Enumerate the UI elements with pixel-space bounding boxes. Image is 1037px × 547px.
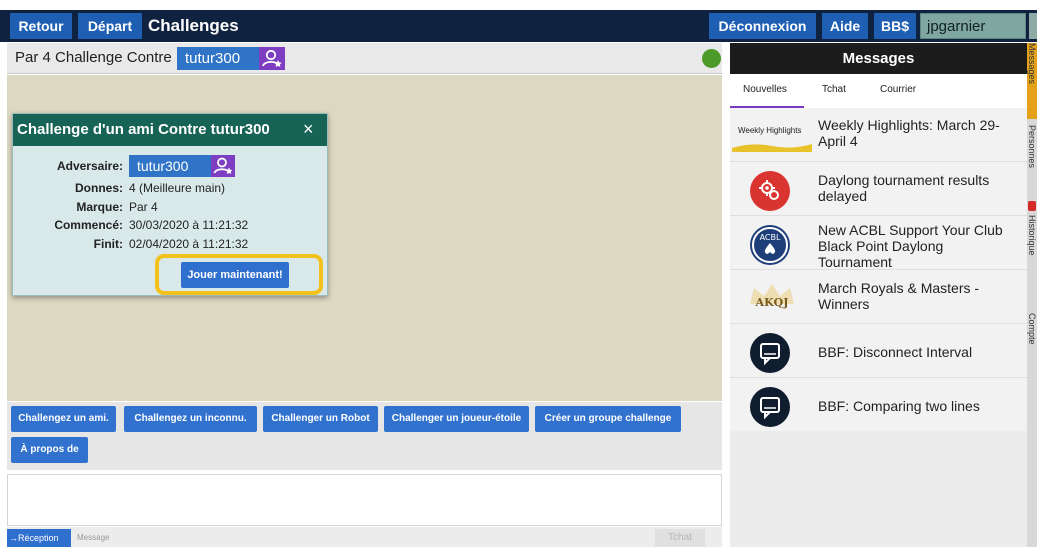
started-value: 30/03/2020 à 11:21:32 <box>129 218 249 232</box>
tab-mail[interactable]: Courrier <box>880 84 916 95</box>
page-title: Challenges <box>148 16 239 35</box>
send-chat-button[interactable]: Tchat <box>655 529 705 547</box>
akqj-crown-logo: AKQJ <box>744 280 800 316</box>
list-item[interactable]: AKQJ March Royals & Masters - Winners <box>730 270 1027 324</box>
online-status-indicator <box>702 49 721 68</box>
list-item[interactable]: Weekly Highlights Weekly Highlights: Mar… <box>730 108 1027 162</box>
messages-header: Messages <box>730 43 1027 74</box>
about-button[interactable]: À propos de <box>11 437 88 463</box>
table-title: Par 4 Challenge Contre <box>15 49 172 66</box>
chat-log[interactable] <box>7 474 722 526</box>
list-item[interactable]: BBF: Comparing two lines <box>730 378 1027 432</box>
username-field[interactable]: jpgarnier <box>920 13 1026 39</box>
news-text[interactable]: New ACBL Support Your Club Black Point D… <box>818 222 1018 270</box>
side-tab-messages[interactable]: Messages <box>1027 43 1037 119</box>
logout-button[interactable]: Déconnexion <box>709 13 816 39</box>
chat-bubble-icon <box>750 387 790 427</box>
side-tab-history[interactable]: Historique <box>1027 215 1037 305</box>
weekly-highlights-banner: Weekly Highlights <box>732 116 812 156</box>
help-button[interactable]: Aide <box>822 13 868 39</box>
news-list-empty-area <box>730 431 1027 547</box>
ends-label: Finit: <box>93 237 123 251</box>
opponent-chip[interactable]: tutur300 <box>177 47 285 70</box>
scoring-value: Par 4 <box>129 200 158 214</box>
news-list: Weekly Highlights Weekly Highlights: Mar… <box>730 108 1027 432</box>
list-item[interactable]: Daylong tournament results delayed <box>730 162 1027 216</box>
notification-badge <box>1028 201 1036 211</box>
scoring-label: Marque: <box>76 200 123 214</box>
opponent-label: Adversaire: <box>56 159 123 173</box>
news-text[interactable]: Weekly Highlights: March 29-April 4 <box>818 117 1018 149</box>
topbar-overflow[interactable] <box>1029 13 1037 39</box>
side-tab-account[interactable]: Compte <box>1027 313 1037 383</box>
challenge-star-player-button[interactable]: Challenger un joueur-étoile <box>384 406 529 432</box>
table-title-row: Par 4 Challenge Contre tutur300 <box>7 43 722 74</box>
dialog-opponent-name[interactable]: tutur300 <box>129 155 211 177</box>
top-nav-bar: Retour Départ Challenges Déconnexion Aid… <box>0 10 1037 42</box>
user-star-icon[interactable] <box>211 155 235 177</box>
messages-tabs: Nouvelles Tchat Courrier <box>730 74 1027 108</box>
chat-bubble-icon <box>750 333 790 373</box>
back-button[interactable]: Retour <box>10 13 72 39</box>
challenge-stranger-button[interactable]: Challengez un inconnu. <box>124 406 257 432</box>
side-tabs: Messages Personnes Historique Compte <box>1027 43 1037 547</box>
deals-value: 4 (Meilleure main) <box>129 181 226 195</box>
message-input[interactable]: Message <box>77 533 109 542</box>
challenge-buttons-bar: Challengez un ami. Challengez un inconnu… <box>7 402 722 470</box>
news-text[interactable]: BBF: Disconnect Interval <box>818 344 1018 360</box>
acbl-logo: ACBL <box>750 225 790 265</box>
challenge-robot-button[interactable]: Challenger un Robot <box>263 406 378 432</box>
home-button[interactable]: Départ <box>78 13 142 39</box>
started-label: Commencé: <box>54 218 123 232</box>
news-text[interactable]: BBF: Comparing two lines <box>818 398 1018 414</box>
tab-news[interactable]: Nouvelles <box>743 84 787 95</box>
deals-label: Donnes: <box>75 181 123 195</box>
news-text[interactable]: March Royals & Masters - Winners <box>818 280 1018 312</box>
ends-value: 02/04/2020 à 11:21:32 <box>129 237 249 251</box>
chat-input-bar: →Réception Message Tchat <box>7 527 722 547</box>
highlight-outline <box>155 254 323 295</box>
svg-text:ACBL: ACBL <box>760 233 781 242</box>
news-text[interactable]: Daylong tournament results delayed <box>818 172 1018 204</box>
dialog-header: Challenge d'un ami Contre tutur300 × <box>13 114 327 146</box>
list-item[interactable]: BBF: Disconnect Interval <box>730 324 1027 378</box>
create-challenge-group-button[interactable]: Créer un groupe challenge <box>535 406 681 432</box>
svg-text:AKQJ: AKQJ <box>755 296 789 309</box>
side-tab-people[interactable]: Personnes <box>1027 125 1037 203</box>
list-item[interactable]: ACBL New ACBL Support Your Club Black Po… <box>730 216 1027 270</box>
bb-dollars-button[interactable]: BB$ <box>874 13 916 39</box>
dialog-title: Challenge d'un ami Contre tutur300 <box>17 121 270 138</box>
gear-badge-icon <box>750 171 790 211</box>
reception-button[interactable]: →Réception <box>7 529 71 547</box>
dialog-opponent-chip[interactable]: tutur300 <box>129 155 235 177</box>
close-icon[interactable]: × <box>303 119 314 140</box>
tab-chat[interactable]: Tchat <box>822 84 846 95</box>
user-star-icon[interactable] <box>259 47 285 70</box>
app-window: Retour Départ Challenges Déconnexion Aid… <box>0 0 1037 547</box>
opponent-name[interactable]: tutur300 <box>177 47 259 70</box>
challenge-friend-button[interactable]: Challengez un ami. <box>11 406 116 432</box>
